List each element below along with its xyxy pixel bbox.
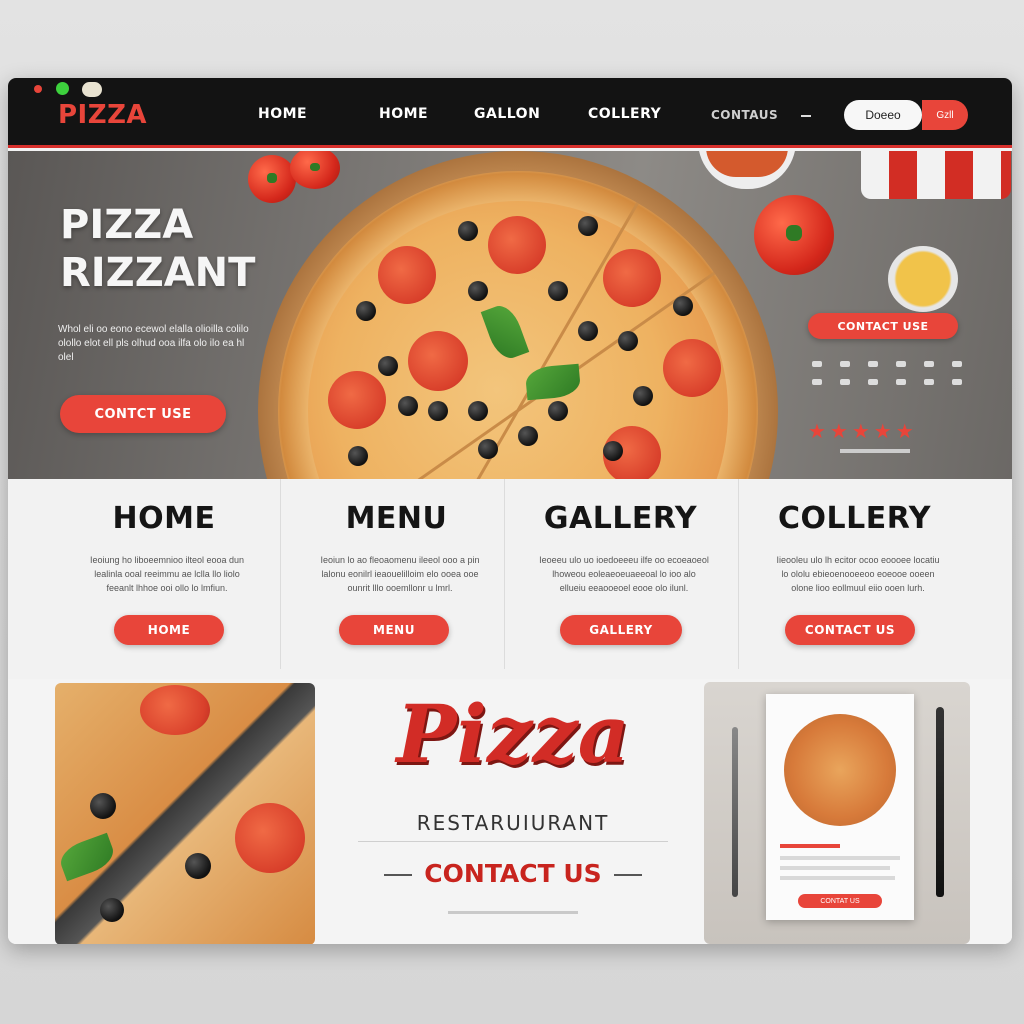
tomato-image	[290, 151, 340, 189]
brand-logo: Pizza	[396, 687, 630, 781]
rating-caption	[840, 449, 910, 453]
top-navbar: PIZZA HOME HOME GALLON COLLERY CONTAUS D…	[8, 78, 1012, 148]
nav-divider	[801, 115, 811, 117]
sauce-bowl-image	[698, 151, 796, 189]
rating-stars: ★★★★★	[808, 421, 918, 443]
bottom-showcase: Pizza RESTARUIURANT CONTACT US CONTAT US	[8, 679, 1012, 944]
section-text: Iieooleu ulo lh ecitor ocoo eoooee locat…	[776, 555, 940, 593]
section-text: Ieoeeu ulo uo ioedoeeeu ilfe oo ecoeaoeo…	[539, 555, 709, 593]
brand-contact-label[interactable]: CONTACT US	[424, 859, 601, 888]
nav-search-button[interactable]: Doeeo	[844, 100, 922, 130]
tomato-image	[248, 155, 296, 203]
menu-card: CONTAT US	[766, 694, 914, 920]
nav-link-home-2[interactable]: HOME	[379, 106, 428, 122]
window-minimize-dot[interactable]	[82, 82, 102, 97]
home-button[interactable]: HOME	[114, 615, 224, 645]
hero-title: PIZZA RIZZANT	[60, 202, 256, 296]
oil-cup-image	[888, 246, 958, 312]
nav-link-gallon[interactable]: GALLON	[474, 106, 540, 122]
nav-link-home[interactable]: HOME	[258, 106, 307, 122]
brand-subtitle: RESTARUIURANT	[416, 811, 610, 835]
section-text: Ieoiung ho liboeemnioo ilteol eooa dun l…	[89, 555, 245, 593]
menu-card-button[interactable]: CONTAT US	[798, 894, 882, 908]
window-close-dot[interactable]	[34, 85, 42, 93]
site-logo[interactable]: PIZZA	[58, 100, 147, 130]
fork-image	[732, 727, 738, 897]
hero-side-contact-button[interactable]: CONTACT USE	[808, 313, 958, 339]
brand-divider	[358, 841, 668, 842]
brand-contact-link[interactable]: CONTACT US	[338, 859, 688, 888]
section-home: HOME Ieoiung ho liboeemnioo ilteol eooa …	[48, 479, 280, 669]
section-title: HOME	[112, 501, 216, 536]
section-collery: COLLERY Iieooleu ulo lh ecitor ocoo eooo…	[738, 479, 970, 669]
awning-image	[861, 151, 1011, 199]
feature-sections: HOME Ieoiung ho liboeemnioo ilteol eooa …	[8, 479, 1012, 669]
menu-button[interactable]: MENU	[339, 615, 449, 645]
section-gallery: GALLERY Ieoeeu ulo uo ioedoeeeu ilfe oo …	[504, 479, 736, 669]
info-grid	[812, 361, 962, 397]
contact-us-button[interactable]: CONTACT US	[785, 615, 915, 645]
nav-action-button[interactable]: Gzll	[922, 100, 968, 130]
nav-link-collery[interactable]: COLLERY	[588, 106, 661, 122]
section-title: GALLERY	[543, 501, 698, 536]
menu-card-image: CONTAT US	[704, 682, 970, 944]
browser-window: PIZZA HOME HOME GALLON COLLERY CONTAUS D…	[8, 78, 1012, 944]
knife-image	[936, 707, 944, 897]
section-title: COLLERY	[778, 501, 931, 536]
gallery-button[interactable]: GALLERY	[560, 615, 682, 645]
nav-link-contact[interactable]: CONTAUS	[711, 108, 778, 122]
section-text: Ieoiun lo ao fleoaomenu ileeol ooo a pin…	[320, 555, 480, 593]
hero-banner: PIZZA RIZZANT Whol eli oo eono ecewol el…	[8, 151, 1012, 479]
section-title: MENU	[345, 501, 448, 536]
hero-contact-button[interactable]: CONTCT USE	[60, 395, 226, 433]
window-maximize-dot[interactable]	[56, 82, 69, 95]
pizza-slice-image	[55, 683, 315, 944]
tomato-image	[754, 195, 834, 275]
hero-description: Whol eli oo eono ecewol elalla olioilla …	[58, 324, 249, 363]
section-menu: MENU Ieoiun lo ao fleoaomenu ileeol ooo …	[280, 479, 512, 669]
brand-footnote	[448, 911, 578, 914]
